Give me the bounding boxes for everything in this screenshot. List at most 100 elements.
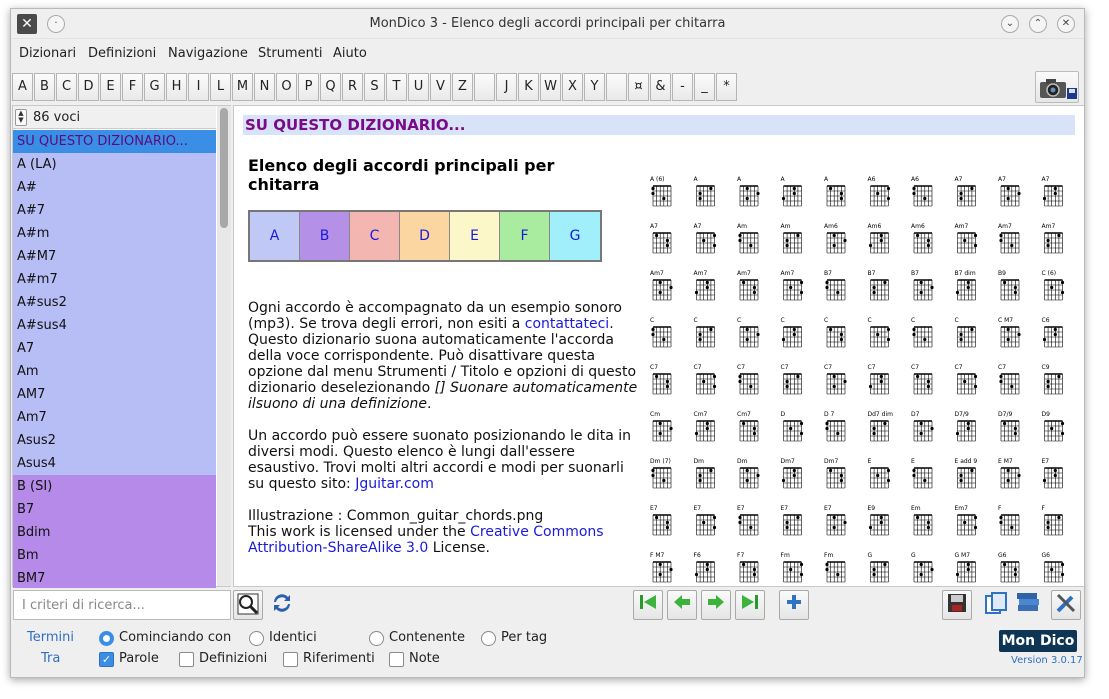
contact-link[interactable]: contattateci bbox=[525, 316, 609, 332]
search-field-checkbox[interactable] bbox=[389, 652, 404, 667]
letter-button[interactable]: _ bbox=[694, 73, 715, 101]
letter-button[interactable]: R bbox=[342, 73, 363, 101]
list-item[interactable]: AM7 bbox=[13, 383, 216, 406]
match-mode-radio[interactable] bbox=[369, 631, 384, 646]
letter-button[interactable]: V bbox=[430, 73, 451, 101]
jguitar-link[interactable]: Jguitar.com bbox=[355, 476, 434, 492]
letter-button[interactable]: H bbox=[166, 73, 187, 101]
match-mode-label[interactable]: Contenente bbox=[389, 630, 465, 645]
save-button[interactable] bbox=[942, 590, 972, 620]
letter-button[interactable]: K bbox=[518, 73, 539, 101]
books-button[interactable] bbox=[1013, 590, 1043, 620]
match-mode-radio[interactable] bbox=[249, 631, 264, 646]
search-field-label[interactable]: Riferimenti bbox=[303, 651, 375, 666]
letter-button[interactable]: * bbox=[716, 73, 737, 101]
search-field-label[interactable]: Parole bbox=[119, 651, 159, 666]
letter-button[interactable]: M bbox=[232, 73, 253, 101]
letter-button[interactable]: P bbox=[298, 73, 319, 101]
list-scrollbar[interactable] bbox=[217, 106, 231, 586]
list-item[interactable]: B7 bbox=[13, 498, 216, 521]
chord-letter-cell[interactable]: G bbox=[550, 212, 600, 260]
menu-definizioni[interactable]: Definizioni bbox=[88, 46, 156, 61]
chord-letter-cell[interactable]: F bbox=[500, 212, 550, 260]
first-button[interactable] bbox=[633, 590, 663, 620]
refresh-button[interactable] bbox=[267, 590, 297, 620]
search-field-label[interactable]: Note bbox=[409, 651, 440, 666]
chord-letter-cell[interactable]: C bbox=[350, 212, 400, 260]
list-item[interactable]: Asus4 bbox=[13, 452, 216, 475]
tools-button[interactable] bbox=[1051, 590, 1081, 620]
match-mode-label[interactable]: Cominciando con bbox=[119, 630, 231, 645]
letter-button[interactable]: I bbox=[188, 73, 209, 101]
menu-strumenti[interactable]: Strumenti bbox=[258, 46, 323, 61]
list-item[interactable]: Am7 bbox=[13, 406, 216, 429]
menu-dizionari[interactable]: Dizionari bbox=[19, 46, 76, 61]
list-item[interactable]: B (SI) bbox=[13, 475, 216, 498]
list-item[interactable]: A#7 bbox=[13, 199, 216, 222]
search-field-checkbox[interactable]: ✓ bbox=[99, 652, 114, 667]
letter-button[interactable]: S bbox=[364, 73, 385, 101]
list-item[interactable]: A#M7 bbox=[13, 245, 216, 268]
letter-button[interactable] bbox=[606, 73, 627, 101]
list-item[interactable]: BM7 bbox=[13, 567, 216, 588]
letter-button[interactable] bbox=[474, 73, 495, 101]
letter-button[interactable]: G bbox=[144, 73, 165, 101]
search-field-checkbox[interactable] bbox=[179, 652, 194, 667]
menu-aiuto[interactable]: Aiuto bbox=[333, 46, 367, 61]
add-button[interactable] bbox=[779, 590, 809, 620]
letter-button[interactable]: Z bbox=[452, 73, 473, 101]
letter-button[interactable]: - bbox=[672, 73, 693, 101]
search-field-checkbox[interactable] bbox=[283, 652, 298, 667]
letter-button[interactable]: Y bbox=[584, 73, 605, 101]
letter-button[interactable]: W bbox=[540, 73, 561, 101]
list-item[interactable]: A#m bbox=[13, 222, 216, 245]
letter-button[interactable]: T bbox=[386, 73, 407, 101]
minimize-button[interactable]: ⌄ bbox=[1001, 15, 1019, 33]
prev-button[interactable] bbox=[667, 590, 697, 620]
list-item[interactable]: A# bbox=[13, 176, 216, 199]
scroll-thumb[interactable] bbox=[220, 108, 228, 228]
match-mode-label[interactable]: Identici bbox=[269, 630, 317, 645]
letter-button[interactable]: A bbox=[12, 73, 33, 101]
list-item[interactable]: A#sus4 bbox=[13, 314, 216, 337]
list-item[interactable]: A#sus2 bbox=[13, 291, 216, 314]
list-item[interactable]: A (LA) bbox=[13, 153, 216, 176]
chord-letter-cell[interactable]: E bbox=[450, 212, 500, 260]
chord-letter-cell[interactable]: B bbox=[300, 212, 350, 260]
letter-button[interactable]: X bbox=[562, 73, 583, 101]
list-item[interactable]: SU QUESTO DIZIONARIO... bbox=[13, 130, 216, 153]
search-input[interactable] bbox=[13, 590, 231, 620]
list-item[interactable]: Bdim bbox=[13, 521, 216, 544]
match-mode-radio[interactable] bbox=[481, 631, 496, 646]
letter-button[interactable]: O bbox=[276, 73, 297, 101]
letter-button[interactable]: F bbox=[122, 73, 143, 101]
match-mode-radio[interactable] bbox=[99, 631, 114, 646]
chord-letter-cell[interactable]: A bbox=[250, 212, 300, 260]
letter-button[interactable]: N bbox=[254, 73, 275, 101]
maximize-button[interactable]: ⌃ bbox=[1029, 15, 1047, 33]
list-item[interactable]: A#m7 bbox=[13, 268, 216, 291]
list-item[interactable]: Bm bbox=[13, 544, 216, 567]
camera-button[interactable] bbox=[1035, 71, 1079, 103]
list-item[interactable]: A7 bbox=[13, 337, 216, 360]
chord-letter-cell[interactable]: D bbox=[400, 212, 450, 260]
list-item[interactable]: Am bbox=[13, 360, 216, 383]
letter-button[interactable]: ¤ bbox=[628, 73, 649, 101]
match-mode-label[interactable]: Per tag bbox=[501, 630, 547, 645]
list-item[interactable]: Asus2 bbox=[13, 429, 216, 452]
letter-button[interactable]: J bbox=[496, 73, 517, 101]
sort-spinner[interactable]: ▲ ▼ bbox=[15, 109, 27, 126]
next-button[interactable] bbox=[701, 590, 731, 620]
letter-button[interactable]: & bbox=[650, 73, 671, 101]
close-button[interactable]: ✕ bbox=[1057, 15, 1075, 33]
save-copy-button[interactable] bbox=[981, 590, 1011, 620]
letter-button[interactable]: Q bbox=[320, 73, 341, 101]
letter-button[interactable]: E bbox=[100, 73, 121, 101]
search-field-label[interactable]: Definizioni bbox=[199, 651, 267, 666]
search-button[interactable] bbox=[233, 590, 263, 620]
letter-button[interactable]: C bbox=[56, 73, 77, 101]
letter-button[interactable]: B bbox=[34, 73, 55, 101]
last-button[interactable] bbox=[735, 590, 765, 620]
letter-button[interactable]: D bbox=[78, 73, 99, 101]
menu-navigazione[interactable]: Navigazione bbox=[168, 46, 248, 61]
